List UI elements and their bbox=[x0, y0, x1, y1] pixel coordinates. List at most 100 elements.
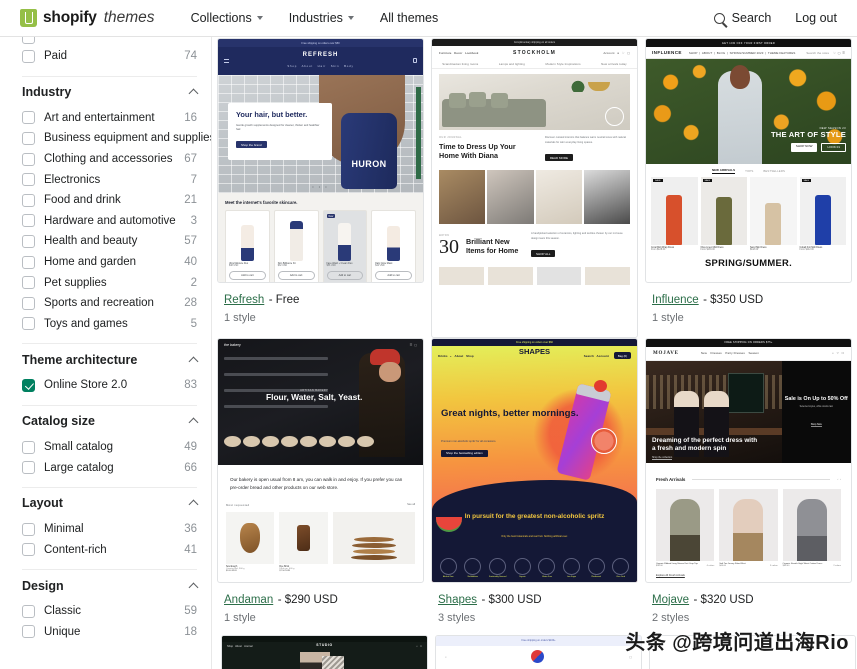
preview-benefit-icons: Alcohol Free No Additives Sustainably So… bbox=[432, 557, 637, 578]
filter-row-business-equipment-and-supplies[interactable]: Business equipment and supplies 8 bbox=[22, 128, 211, 149]
filter-row-pet-supplies[interactable]: Pet supplies 2 bbox=[22, 272, 197, 293]
filter-label: Content-rich bbox=[44, 543, 107, 556]
checkbox[interactable] bbox=[22, 522, 35, 536]
theme-preview-shapes[interactable]: Free shipping on orders over $60 Drinks … bbox=[431, 337, 638, 583]
preview-hero-image: NEW SEASON 23 THE ART OF STYLE SHOP NOW … bbox=[646, 59, 851, 164]
filter-row-electronics[interactable]: Electronics 7 bbox=[22, 169, 197, 190]
theme-name-link[interactable]: Shapes bbox=[438, 594, 477, 606]
checkbox[interactable] bbox=[22, 440, 35, 454]
nav-item-industries[interactable]: Industries bbox=[289, 11, 354, 25]
checkbox[interactable] bbox=[22, 152, 35, 166]
section-header-catalog-size[interactable]: Catalog size bbox=[22, 406, 199, 437]
filter-row-clothing-and-accessories[interactable]: Clothing and accessories 67 bbox=[22, 149, 197, 170]
product-card[interactable]: Rye Brick Dark rye, 600 g $7.50 EUR bbox=[279, 511, 328, 572]
filter-row-home-and-garden[interactable]: Home and garden 40 bbox=[22, 252, 197, 273]
filter-count: 21 bbox=[184, 194, 197, 207]
hero-button[interactable]: Shop the bestselling edition bbox=[441, 449, 488, 457]
section-header-layout[interactable]: Layout bbox=[22, 488, 199, 519]
product-card[interactable]: Organic Stretch High Waist Cotton Dress … bbox=[782, 488, 841, 567]
section-title: Industry bbox=[22, 85, 72, 100]
nav-item-all-themes[interactable]: All themes bbox=[380, 11, 438, 25]
checkbox-checked[interactable] bbox=[22, 378, 35, 392]
filter-label: Large catalog bbox=[44, 461, 114, 474]
preview-mosaic bbox=[439, 169, 630, 224]
filter-row-small-catalog[interactable]: Small catalog 49 bbox=[22, 437, 197, 458]
product-card[interactable]: Daily Glow Mask $42 USD Add to cart bbox=[371, 210, 416, 282]
filter-row-classic[interactable]: Classic 59 bbox=[22, 601, 197, 622]
site-header: shopify themes Collections Industries Al… bbox=[0, 0, 857, 37]
product-card[interactable]: SALE Coral Midi Wrap Dress From $128.00 bbox=[651, 177, 698, 251]
shopify-themes-logo[interactable]: shopify themes bbox=[20, 9, 155, 27]
filter-row-sports-and-recreation[interactable]: Sports and recreation 28 bbox=[22, 293, 197, 314]
product-card[interactable]: Skin Brilliance Kit $32 USD Add to cart bbox=[273, 210, 319, 282]
theme-price: - Free bbox=[268, 294, 300, 306]
section-header-design[interactable]: Design bbox=[22, 570, 199, 601]
section-header-theme-architecture[interactable]: Theme architecture bbox=[22, 344, 199, 375]
filter-label: Minimal bbox=[44, 523, 84, 536]
checkbox[interactable] bbox=[22, 173, 35, 187]
theme-preview-mojave[interactable]: FREE SHIPPING ON ORDERS $75+ MOJAVE New … bbox=[645, 337, 852, 583]
product-card[interactable]: New Face Wash + Cream Duo $56 USD Add to… bbox=[322, 210, 368, 282]
filter-row-health-and-beauty[interactable]: Health and beauty 57 bbox=[22, 231, 197, 252]
filter-label: Paid bbox=[44, 50, 68, 63]
theme-name-link[interactable]: Mojave bbox=[652, 594, 689, 606]
filter-row-art-and-entertainment[interactable]: Art and entertainment 16 bbox=[22, 108, 197, 129]
checkbox[interactable] bbox=[22, 131, 35, 145]
filter-row-food-and-drink[interactable]: Food and drink 21 bbox=[22, 190, 197, 211]
checkbox[interactable] bbox=[22, 604, 35, 618]
theme-preview-influence[interactable]: GET 10% OFF YOUR FIRST ORDER INFLUENCE S… bbox=[645, 38, 852, 283]
preview-product-grid: Organic Ribbed Long Sleeve Knit Crop Top… bbox=[646, 482, 851, 567]
preview-product-strip bbox=[432, 260, 637, 285]
theme-preview-stockholm[interactable]: Complimentary shipping on all orders Fur… bbox=[431, 38, 638, 338]
checkbox[interactable] bbox=[22, 543, 35, 557]
checkbox[interactable] bbox=[22, 296, 35, 310]
hero-heading: THE ART OF STYLE bbox=[770, 129, 846, 139]
checkbox[interactable] bbox=[22, 37, 35, 44]
checkbox[interactable] bbox=[22, 214, 35, 228]
filter-count: 3 bbox=[190, 214, 197, 227]
filter-row-content-rich[interactable]: Content-rich 41 bbox=[22, 540, 197, 561]
preview-section-header: Fresh Arrivals ‹ › bbox=[656, 476, 841, 482]
product-card[interactable]: SALE Olive Linen Midi Dress From $136.00 bbox=[700, 177, 747, 251]
checkbox[interactable] bbox=[22, 193, 35, 207]
preview-footer-link[interactable]: Explore All Fresh Arrivals bbox=[646, 567, 851, 577]
theme-name-link[interactable]: Andaman bbox=[224, 594, 273, 606]
theme-preview-partial-1[interactable]: Shop About Journal ⌕ ▢ STUDIO bbox=[221, 634, 428, 669]
hero-button[interactable]: READ MORE bbox=[544, 154, 574, 162]
product-card[interactable]: Sand Slip Dress $118.00 bbox=[750, 177, 797, 251]
filter-row-online-store-2-0[interactable]: Online Store 2.0 83 bbox=[22, 375, 197, 396]
filter-row-minimal[interactable]: Minimal 36 bbox=[22, 519, 197, 540]
hero-button[interactable]: Shop the brand bbox=[236, 141, 267, 149]
filter-row-hardware-and-automotive[interactable]: Hardware and automotive 3 bbox=[22, 211, 197, 232]
checkbox[interactable] bbox=[22, 49, 35, 63]
preview-sale-panel: Sale is On Up to 50% Off Selected styles… bbox=[781, 360, 851, 463]
checkbox[interactable] bbox=[22, 317, 35, 331]
preview-count-block: EDITION 30 Brilliant New Items for Home … bbox=[439, 231, 623, 259]
product-card[interactable]: SALE Cobalt Knit Midi Dress From $142.00 bbox=[799, 177, 846, 251]
product-card[interactable]: Ultra Moisture Duo $48 USD Add to cart bbox=[225, 210, 270, 282]
checkbox[interactable] bbox=[22, 234, 35, 248]
product-card[interactable]: Sourdough Country loaf, 900 g $9.00 EUR bbox=[226, 511, 275, 572]
filter-row-clipped[interactable] bbox=[22, 37, 197, 46]
theme-name-link[interactable]: Refresh bbox=[224, 294, 264, 306]
product-card[interactable]: Organic Ribbed Long Sleeve Knit Crop Top… bbox=[656, 488, 715, 567]
checkbox[interactable] bbox=[22, 625, 35, 639]
theme-name-link[interactable]: Influence bbox=[652, 294, 699, 306]
checkbox[interactable] bbox=[22, 255, 35, 269]
logout-button[interactable]: Log out bbox=[795, 11, 837, 25]
checkbox[interactable] bbox=[22, 461, 35, 475]
product-card[interactable] bbox=[332, 511, 415, 572]
theme-preview-partial-2[interactable]: Free shipping on orders $100+ ⌕ ▢ bbox=[435, 634, 642, 669]
filter-row-unique[interactable]: Unique 18 bbox=[22, 622, 197, 643]
search-button[interactable]: Search bbox=[713, 11, 771, 25]
filter-row-paid[interactable]: Paid 74 bbox=[22, 46, 197, 67]
filter-row-toys-and-games[interactable]: Toys and games 5 bbox=[22, 314, 197, 335]
theme-preview-andaman[interactable]: the bakery ☰ ▢ ARTISAN BAKERY Flour, Wat… bbox=[217, 337, 424, 583]
product-card[interactable]: Soft Tee Jersey Fitted Shirt $44.00 3 col… bbox=[719, 488, 778, 567]
filter-row-large-catalog[interactable]: Large catalog 66 bbox=[22, 457, 197, 478]
checkbox[interactable] bbox=[22, 276, 35, 290]
section-header-industry[interactable]: Industry bbox=[22, 77, 199, 108]
theme-preview-refresh[interactable]: Free shipping on orders over $50 REFRESH… bbox=[217, 38, 424, 283]
nav-item-collections[interactable]: Collections bbox=[191, 11, 263, 25]
checkbox[interactable] bbox=[22, 111, 35, 125]
